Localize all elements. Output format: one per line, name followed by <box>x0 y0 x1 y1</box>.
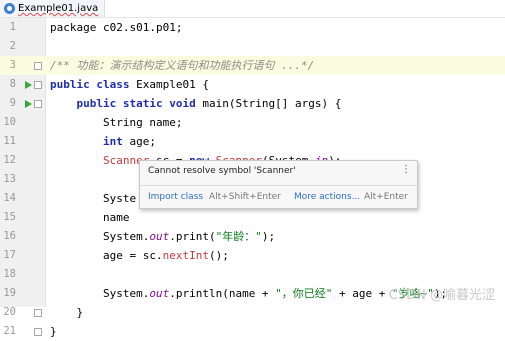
code-token: main(String[] args) { <box>202 97 342 110</box>
code-line[interactable]: 16 System.out.print("年龄："); <box>0 227 505 246</box>
code-token: Syste <box>50 192 137 205</box>
line-number: 20 <box>3 306 16 318</box>
code-token: "，你已经" <box>275 287 333 300</box>
line-number: 11 <box>3 135 16 147</box>
code-line[interactable]: 17 age = sc.nextInt(); <box>0 246 505 265</box>
code-token: String name; <box>50 116 183 129</box>
error-tooltip: Cannot resolve symbol 'Scanner' ⋮ Import… <box>139 160 418 209</box>
code-line[interactable]: 10 String name; <box>0 113 505 132</box>
code-line[interactable]: 9 public static void main(String[] args)… <box>0 94 505 113</box>
code-text: System.out.print("年龄："); <box>50 227 275 246</box>
code-token: + age + <box>332 287 393 300</box>
line-number: 2 <box>9 40 16 52</box>
code-line[interactable]: 18 <box>0 265 505 284</box>
code-line[interactable]: 11 int age; <box>0 132 505 151</box>
code-text: public class Example01 { <box>50 75 209 94</box>
line-number: 9 <box>9 97 16 109</box>
code-text: package c02.s01.p01; <box>50 18 182 37</box>
line-number: 19 <box>3 287 16 299</box>
code-text: String name; <box>50 113 182 132</box>
code-token: /** 功能：演示结构定义语句和功能执行语句 ...*/ <box>50 59 315 72</box>
fold-icon[interactable] <box>34 100 42 108</box>
code-line[interactable]: 21} <box>0 322 505 341</box>
code-token: } <box>50 325 57 338</box>
line-number: 10 <box>3 116 16 128</box>
error-message: Cannot resolve symbol 'Scanner' <box>148 166 296 176</box>
line-number: 1 <box>9 21 16 33</box>
code-line[interactable]: 1 package c02.s01.p01; <box>0 18 505 37</box>
code-token: out <box>149 230 170 243</box>
line-number: 15 <box>3 211 16 223</box>
line-number: 17 <box>3 249 16 261</box>
line-number: 14 <box>3 192 16 204</box>
code-token: int <box>102 135 130 148</box>
code-text: /** 功能：演示结构定义语句和功能执行语句 ...*/ <box>50 56 314 75</box>
run-icon[interactable] <box>25 100 32 108</box>
code-token: package c02.s01.p01; <box>50 21 183 34</box>
tab-label: Example01.java <box>18 3 99 14</box>
code-token: nextInt <box>162 249 209 262</box>
run-icon[interactable] <box>25 81 32 89</box>
code-text: age = sc.nextInt(); <box>50 246 229 265</box>
code-line[interactable]: 2 <box>0 37 505 56</box>
code-token: Example01 { <box>136 78 209 91</box>
code-text: System.out.println(name + "，你已经" + age +… <box>50 284 447 303</box>
code-token: } <box>50 306 84 319</box>
line-number: 13 <box>3 173 16 185</box>
import-class-link[interactable]: Import class <box>148 192 203 202</box>
code-token: .println(name + <box>169 287 276 300</box>
fold-icon[interactable] <box>34 81 42 89</box>
tab-example01[interactable]: Example01.java <box>0 0 106 17</box>
more-actions-shortcut: Alt+Enter <box>364 192 408 202</box>
code-text: name <box>50 208 130 227</box>
code-token: ); <box>261 230 276 243</box>
code-line[interactable]: 3 /** 功能：演示结构定义语句和功能执行语句 ...*/ <box>0 56 505 75</box>
code-line[interactable]: 20 } <box>0 303 505 322</box>
more-options-icon[interactable]: ⋮ <box>401 164 411 175</box>
tooltip-divider <box>140 185 417 186</box>
code-text: } <box>50 303 83 322</box>
line-number: 3 <box>9 59 16 71</box>
code-line[interactable]: 8 public class Example01 { <box>0 75 505 94</box>
code-token: age = sc. <box>50 249 163 262</box>
editor-tab-bar: Example01.java <box>0 0 505 18</box>
watermark: CSDN @喻暮光涩 <box>388 288 495 303</box>
code-token: System. <box>50 287 150 300</box>
code-token: .print( <box>169 230 216 243</box>
code-token: age; <box>129 135 156 148</box>
code-token: System. <box>50 230 150 243</box>
fold-icon[interactable] <box>34 309 42 317</box>
code-token: out <box>149 287 170 300</box>
line-number: 12 <box>3 154 16 166</box>
import-class-shortcut: Alt+Shift+Enter <box>209 192 281 202</box>
more-actions-link[interactable]: More actions... <box>294 192 360 202</box>
code-token: "年龄：" <box>215 230 262 243</box>
line-number: 21 <box>3 325 16 337</box>
code-text: Syste <box>50 189 136 208</box>
code-token: (); <box>208 249 229 262</box>
code-token: public class <box>50 78 137 91</box>
code-text: int age; <box>50 132 156 151</box>
code-text: public static void main(String[] args) { <box>50 94 341 113</box>
code-token: public static void <box>50 97 203 110</box>
java-class-icon <box>4 3 15 14</box>
line-number: 18 <box>3 268 16 280</box>
line-number: 16 <box>3 230 16 242</box>
code-line[interactable]: 15 name <box>0 208 505 227</box>
fold-icon[interactable] <box>34 62 42 70</box>
fold-icon[interactable] <box>34 328 42 336</box>
code-text: } <box>50 322 57 341</box>
code-token: name <box>50 211 130 224</box>
line-number: 8 <box>9 78 16 90</box>
